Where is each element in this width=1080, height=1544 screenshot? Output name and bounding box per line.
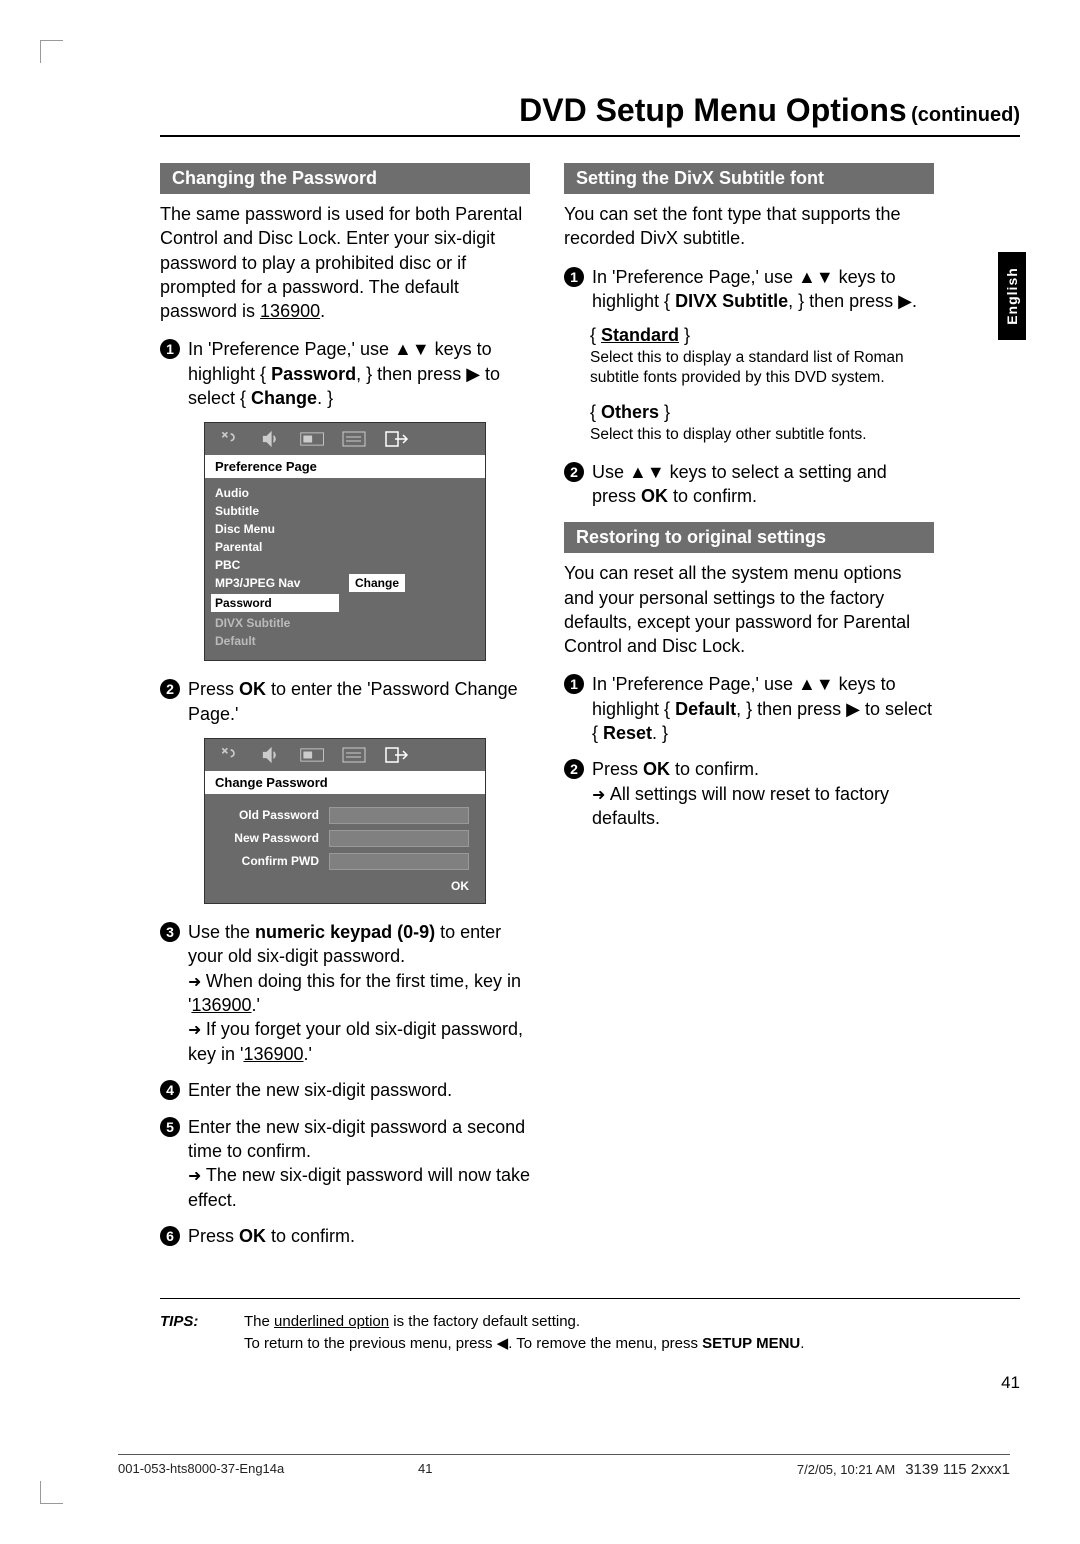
osd-title: Change Password [205,771,485,794]
section-header-password: Changing the Password [160,163,530,194]
speaker-icon [257,745,285,765]
restore-step-2: 2 Press OK to confirm. All settings will… [564,757,934,830]
column-right: Setting the DivX Subtitle font You can s… [564,163,934,1260]
speaker-icon [257,429,285,449]
intro-password: The same password is used for both Paren… [160,202,530,323]
osd-item: Parental [215,538,335,556]
language-tab: English [998,252,1026,340]
osd-item: Audio [215,484,335,502]
step-bullet-2: 2 [564,462,584,482]
osd-ok: OK [205,873,485,903]
osd-field-confirm: Confirm PWD [221,850,469,873]
crop-mark-tl [40,40,63,63]
step-bullet-1: 1 [160,339,180,359]
step-bullet-1: 1 [564,267,584,287]
option-standard-desc: Select this to display a standard list o… [590,348,934,388]
step-bullet-1: 1 [564,674,584,694]
restore-step-1: 1 In 'Preference Page,' use ▲▼ keys to h… [564,672,934,745]
osd-title: Preference Page [205,455,485,478]
osd-field-new: New Password [221,827,469,850]
column-left: Changing the Password The same password … [160,163,530,1260]
option-others-desc: Select this to display other subtitle fo… [590,425,934,445]
step-bullet-4: 4 [160,1080,180,1100]
screen-icon [299,429,327,449]
footer-page: 41 [418,1461,432,1476]
step-3: 3 Use the numeric keypad (0-9) to enter … [160,920,530,1066]
section-header-restore: Restoring to original settings [564,522,934,553]
osd-icon-row [205,739,485,771]
osd-item: MP3/JPEG Nav [215,574,335,592]
step-4: 4 Enter the new six-digit password. [160,1078,530,1102]
tips-body: The underlined option is the factory def… [244,1311,804,1355]
footer: 001-053-hts8000-37-Eng14a 41 7/2/05, 10:… [118,1454,1010,1478]
footer-right: 7/2/05, 10:21 AM3139 115 2xxx1 [797,1461,1010,1478]
osd-item: Disc Menu [215,520,335,538]
divx-step-1: 1 In 'Preference Page,' use ▲▼ keys to h… [564,265,934,314]
tips-row: TIPS: The underlined option is the facto… [160,1298,1020,1355]
step-bullet-6: 6 [160,1226,180,1246]
osd-item: PBC [215,556,335,574]
page-content: English DVD Setup Menu Options (continue… [160,92,1020,1393]
option-others: { Others } [590,402,934,423]
exit-icon [383,429,411,449]
osd-preference-page: Preference Page Audio Subtitle Disc Menu… [204,422,486,661]
crop-mark-bl [40,1481,63,1504]
screen-icon [299,745,327,765]
osd-icon-row [205,423,485,455]
osd-change-password: Change Password Old Password New Passwor… [204,738,486,904]
option-standard: { Standard } [590,325,934,346]
section-header-divx: Setting the DivX Subtitle font [564,163,934,194]
step-bullet-5: 5 [160,1117,180,1137]
page-number: 41 [160,1373,1020,1393]
intro-divx: You can set the font type that supports … [564,202,934,251]
tools-icon [215,429,243,449]
step-2: 2 Press OK to enter the 'Password Change… [160,677,530,726]
step-1: 1 In 'Preference Page,' use ▲▼ keys to h… [160,337,530,410]
osd-item: DIVX Subtitle [215,614,335,632]
subtitle-icon [341,745,369,765]
tools-icon [215,745,243,765]
osd-item-selected: Password [211,594,339,612]
step-bullet-2: 2 [564,759,584,779]
exit-icon [383,745,411,765]
osd-action: Change [349,574,405,592]
footer-doc-id: 001-053-hts8000-37-Eng14a [118,1461,284,1478]
osd-field-old: Old Password [221,804,469,827]
page-title: DVD Setup Menu Options (continued) [160,92,1020,137]
step-6: 6 Press OK to confirm. [160,1224,530,1248]
step-bullet-2: 2 [160,679,180,699]
subtitle-icon [341,429,369,449]
osd-item: Default [215,632,335,650]
tips-label: TIPS: [160,1311,220,1355]
osd-item: Subtitle [215,502,335,520]
intro-restore: You can reset all the system menu option… [564,561,934,658]
divx-step-2: 2 Use ▲▼ keys to select a setting and pr… [564,460,934,509]
step-5: 5 Enter the new six-digit password a sec… [160,1115,530,1212]
step-bullet-3: 3 [160,922,180,942]
